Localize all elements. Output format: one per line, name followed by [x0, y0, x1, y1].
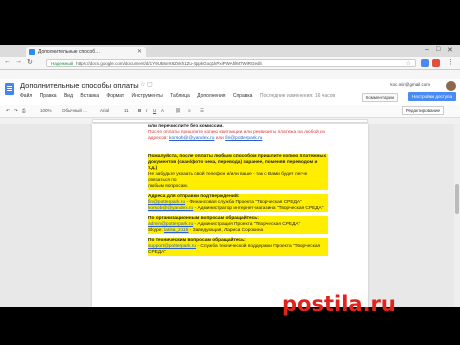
- italic-button[interactable]: I: [146, 108, 147, 113]
- list-icon[interactable]: ☰: [200, 108, 204, 114]
- editing-mode-select[interactable]: Редактирование: [401, 106, 444, 115]
- back-icon[interactable]: ←: [4, 58, 11, 65]
- maximize-button[interactable]: □: [436, 46, 440, 53]
- secure-label: Надежный: [51, 61, 74, 66]
- email-link[interactable]: fin@potterpark.ru: [148, 200, 185, 205]
- tab-close-icon[interactable]: ✕: [137, 47, 142, 57]
- extension-icon[interactable]: [421, 59, 429, 67]
- saved-status[interactable]: Последние изменения: 16 часов: [260, 93, 335, 99]
- url-input[interactable]: Надежный https://docs.google.com/document…: [46, 59, 416, 67]
- browser-window: Дополнительные способ… ✕ – □ ✕ ← → ↻ Над…: [0, 45, 460, 307]
- tab-title: Дополнительные способ…: [38, 49, 101, 55]
- menu-view[interactable]: Вид: [64, 93, 73, 99]
- extension-icon[interactable]: [432, 59, 440, 67]
- font-select[interactable]: Arial: [100, 108, 109, 113]
- docs-logo-icon[interactable]: [5, 83, 14, 95]
- menu-file[interactable]: Файл: [20, 93, 32, 99]
- redo-icon[interactable]: ↷: [14, 108, 18, 114]
- undo-icon[interactable]: ↶: [6, 108, 10, 114]
- forward-icon[interactable]: →: [15, 58, 22, 65]
- contact-line: СРЕДА": [148, 250, 328, 256]
- menu-bar: Файл Правка Вид Вставка Формат Инструмен…: [20, 93, 341, 99]
- docs-favicon-icon: [29, 49, 35, 55]
- contact-line: support@potterpark.ru - Служба техническ…: [148, 244, 328, 250]
- email-link[interactable]: korsob@@yandex.ru: [169, 136, 214, 141]
- bookmark-star-icon[interactable]: ☆: [406, 60, 411, 66]
- document-body[interactable]: или перечислите без комиссии. После опла…: [148, 124, 328, 256]
- notice-line: документов (скан/фото чека, перевода) за…: [148, 160, 328, 172]
- align-icon[interactable]: ≡: [188, 108, 191, 113]
- menu-tools[interactable]: Инструменты: [132, 93, 163, 99]
- url-text: https://docs.google.com/document/d/1Y9UB…: [76, 61, 262, 66]
- size-select[interactable]: 11: [124, 108, 129, 113]
- menu-format[interactable]: Формат: [106, 93, 124, 99]
- doc-title[interactable]: Дополнительные способы оплаты: [20, 81, 139, 90]
- tab-bar: Дополнительные способ… ✕ – □ ✕: [0, 45, 460, 57]
- minimize-button[interactable]: –: [425, 46, 429, 53]
- address-bar: ← → ↻ Надежный https://docs.google.com/do…: [0, 57, 460, 70]
- menu-edit[interactable]: Правка: [40, 93, 57, 99]
- menu-table[interactable]: Таблица: [170, 93, 190, 99]
- skype-link[interactable]: larisa_2115: [164, 228, 188, 233]
- contact-line: korsob@@yandex.ru - Администратор интерн…: [148, 206, 328, 212]
- menu-insert[interactable]: Вставка: [80, 93, 99, 99]
- email-link[interactable]: fin@potterpark.ru: [225, 136, 262, 141]
- watermark: postila.ru: [282, 292, 396, 316]
- comments-button[interactable]: Комментарии: [361, 93, 398, 102]
- bold-button[interactable]: B: [138, 108, 141, 113]
- email-link[interactable]: admin@potterpark.ru: [148, 222, 193, 227]
- user-email[interactable]: koc.mir@gmail.com: [390, 82, 430, 87]
- menu-icon[interactable]: ⋮: [447, 58, 454, 66]
- notice-line: Не забудьте указать свой телефон и/или в…: [148, 172, 328, 184]
- share-button[interactable]: Настройки доступа: [408, 92, 456, 101]
- print-icon[interactable]: ⎙: [22, 108, 26, 113]
- star-folder-icons[interactable]: ☆ ▢: [140, 81, 153, 88]
- browser-tab[interactable]: Дополнительные способ… ✕: [26, 47, 146, 57]
- scrollbar-thumb[interactable]: [455, 184, 459, 214]
- document-page[interactable]: или перечислите без комиссии. После опла…: [92, 124, 368, 307]
- close-window-button[interactable]: ✕: [447, 46, 453, 54]
- link-icon[interactable]: ⛓: [175, 108, 181, 114]
- email-link[interactable]: support@potterpark.ru: [148, 244, 196, 249]
- style-select[interactable]: Обычный ...: [62, 108, 87, 113]
- formatting-toolbar: ↶ ↷ ⎙ 100% Обычный ... Arial 11 B I U A …: [0, 105, 460, 118]
- text-color-button[interactable]: A: [161, 108, 164, 113]
- menu-help[interactable]: Справка: [233, 93, 253, 99]
- zoom-select[interactable]: 100%: [40, 108, 52, 113]
- email-link[interactable]: korsob@@yandex.ru: [148, 206, 193, 211]
- docs-header: Дополнительные способы оплаты ☆ ▢ Файл П…: [0, 79, 460, 105]
- underline-button[interactable]: U: [153, 108, 156, 113]
- menu-addons[interactable]: Дополнения: [197, 93, 225, 99]
- scrollbar[interactable]: [454, 124, 460, 307]
- reload-icon[interactable]: ↻: [27, 58, 33, 66]
- avatar[interactable]: [446, 81, 456, 91]
- document-canvas: или перечислите без комиссии. После опла…: [0, 124, 460, 307]
